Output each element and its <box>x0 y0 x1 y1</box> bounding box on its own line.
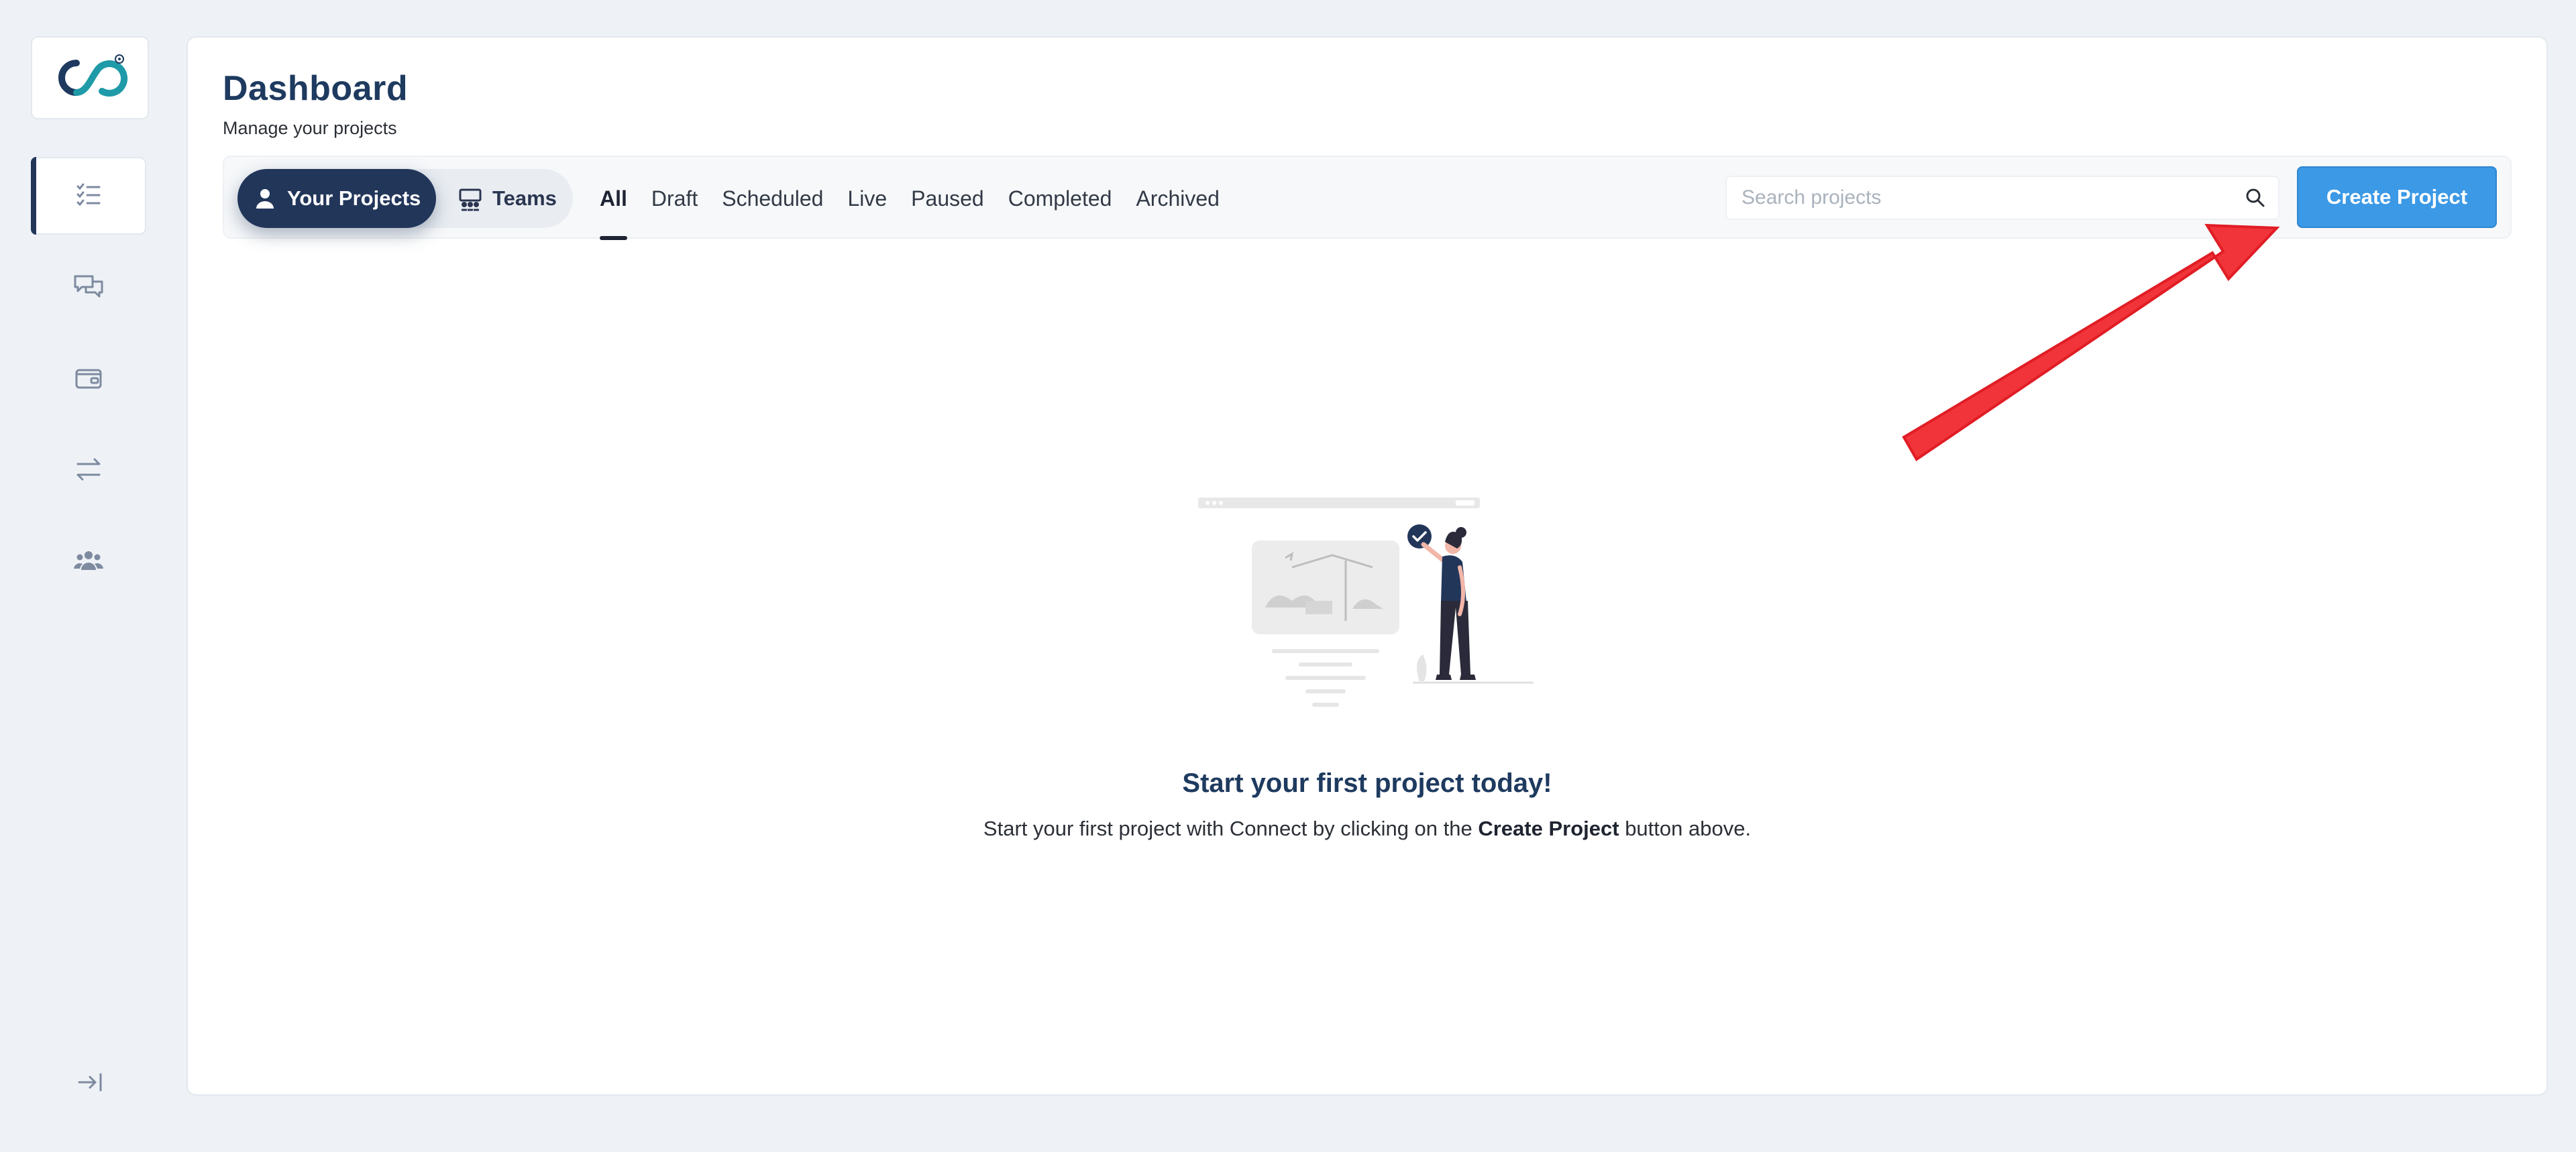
tab-scheduled[interactable]: Scheduled <box>722 157 823 240</box>
empty-desc-bold: Create Project <box>1478 817 1619 840</box>
tab-live[interactable]: Live <box>847 157 887 240</box>
tab-paused[interactable]: Paused <box>911 157 984 240</box>
search-input[interactable] <box>1727 177 2237 219</box>
collapse-right-icon <box>78 1073 102 1092</box>
wallet-icon <box>75 369 102 389</box>
search-box <box>1725 176 2279 220</box>
user-icon <box>256 189 274 209</box>
empty-state-title: Start your first project today! <box>1182 768 1552 798</box>
team-board-icon <box>459 188 482 211</box>
your-projects-label: Your Projects <box>287 186 421 210</box>
collapse-sidebar-button[interactable] <box>71 1063 109 1101</box>
teams-toggle-button[interactable]: Teams <box>449 169 570 228</box>
empty-desc-before: Start your first project with Connect by… <box>983 817 1479 840</box>
empty-state-description: Start your first project with Connect by… <box>188 817 2546 841</box>
sidebar-item-wallet[interactable] <box>31 339 146 417</box>
chat-bubbles-icon <box>74 275 103 298</box>
status-tabs: All Draft Scheduled Live Paused Complete… <box>600 157 1220 240</box>
sidebar-item-messages[interactable] <box>31 248 146 326</box>
swap-arrows-icon <box>76 458 101 481</box>
create-project-button[interactable]: Create Project <box>2297 166 2497 228</box>
app-logo[interactable] <box>31 36 149 119</box>
page-subtitle: Manage your projects <box>223 118 397 138</box>
tab-completed[interactable]: Completed <box>1008 157 1112 240</box>
sidebar-item-transfers[interactable] <box>31 430 146 508</box>
empty-state-illustration <box>1198 498 1534 707</box>
search-icon[interactable] <box>2245 187 2266 209</box>
page-title: Dashboard <box>223 69 409 108</box>
main-panel: Dashboard Manage your projects Your Proj… <box>186 36 2548 1096</box>
tab-archived[interactable]: Archived <box>1136 157 1220 240</box>
connect-logo-icon <box>58 54 128 97</box>
projects-toolbar: Your Projects Teams All Draft Scheduled … <box>223 156 2512 240</box>
scope-toggle: Your Projects Teams <box>237 169 573 228</box>
teams-label: Teams <box>492 186 557 210</box>
your-projects-toggle-button[interactable]: Your Projects <box>237 169 436 228</box>
sidebar-item-team[interactable] <box>31 522 146 599</box>
tab-all[interactable]: All <box>600 157 627 240</box>
users-group-icon <box>74 551 103 570</box>
checklist-icon <box>76 183 101 207</box>
sidebar <box>0 0 182 1152</box>
tab-draft[interactable]: Draft <box>651 157 698 240</box>
empty-desc-after: button above. <box>1619 817 1752 840</box>
sidebar-item-projects[interactable] <box>31 157 146 235</box>
